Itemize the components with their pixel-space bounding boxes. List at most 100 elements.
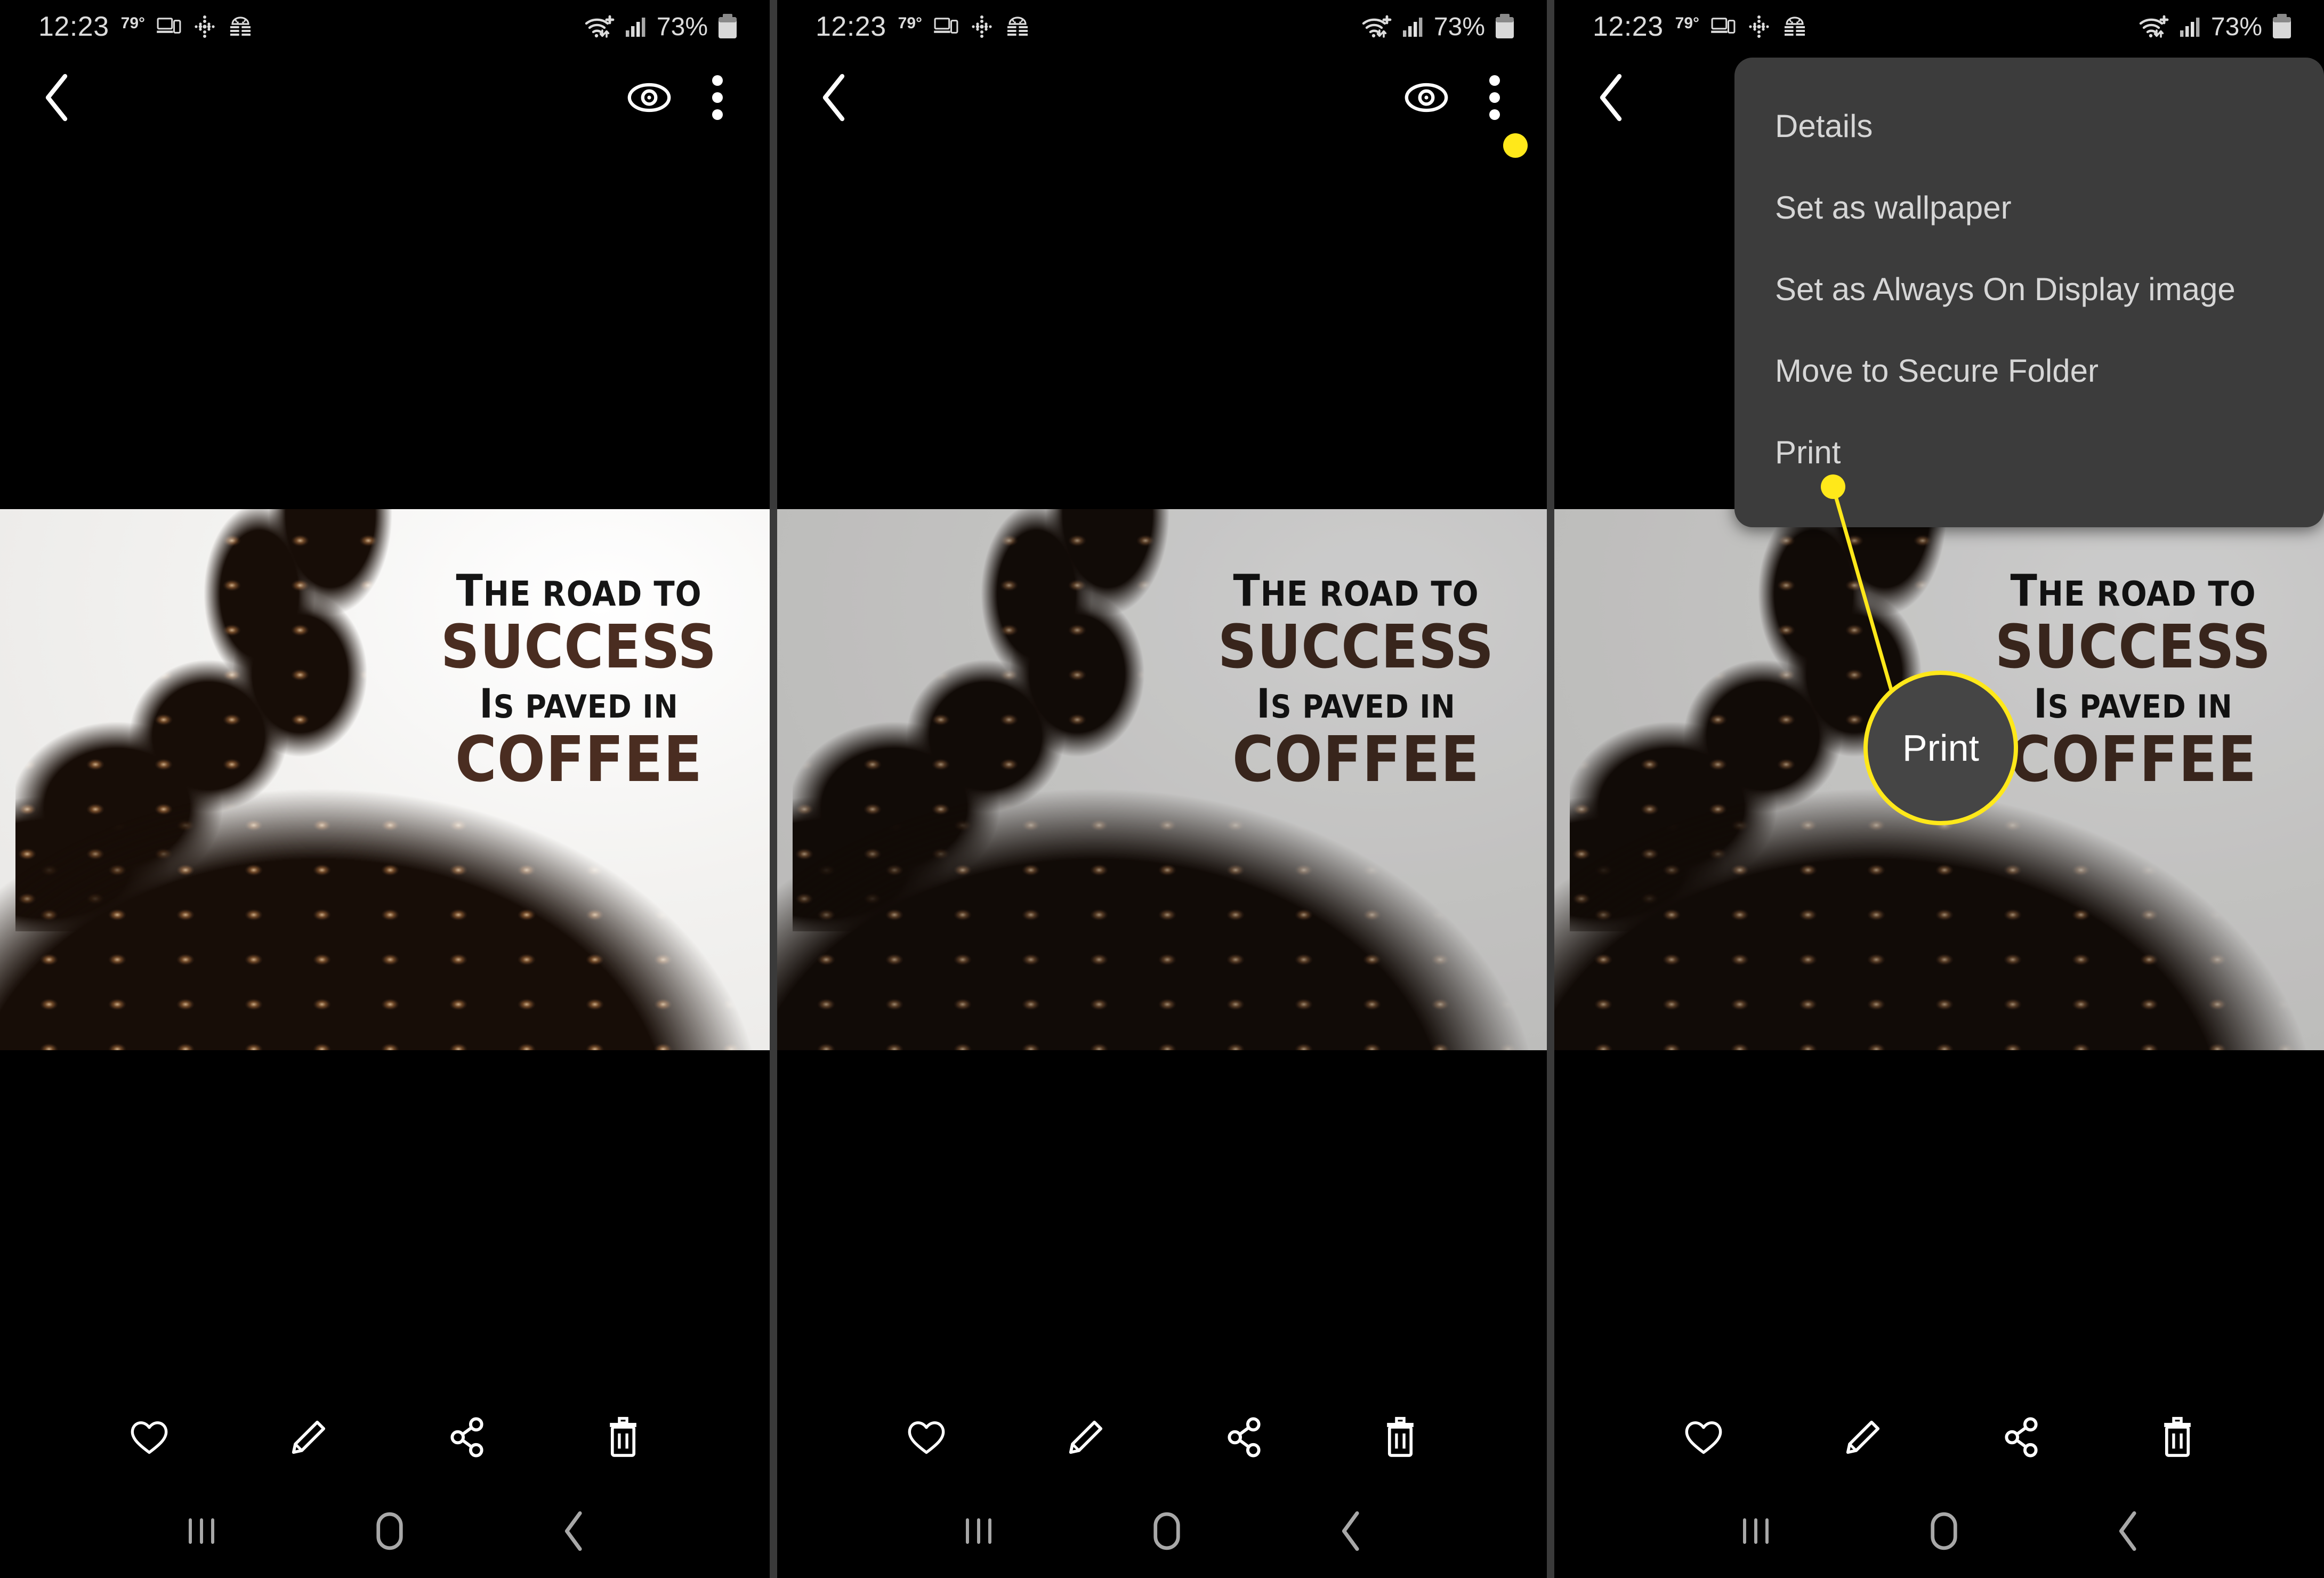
cellular-signal-icon: [625, 15, 647, 38]
photo-viewer[interactable]: THE ROAD TO SUCCESS IS PAVED IN COFFEE: [0, 509, 770, 1050]
quote-line-2: SUCCESS: [1995, 612, 2272, 682]
eye-icon[interactable]: [627, 82, 672, 116]
multi-device-icon: [1711, 17, 1736, 37]
dotted-diamond-icon: [1747, 15, 1771, 38]
menu-item-set-as-always-on-display-image[interactable]: Set as Always On Display image: [1734, 248, 2324, 330]
status-bar: 12:23 79° 73%: [0, 0, 770, 53]
back-button[interactable]: [559, 1509, 587, 1556]
nav-bar: [0, 1486, 770, 1578]
menu-item-details[interactable]: Details: [1734, 85, 2324, 167]
back-chevron-icon[interactable]: [777, 72, 849, 126]
phone-screen-3: 12:23 79° 73% THE ROAD TO SUCCESS IS PAV…: [1554, 0, 2324, 1578]
battery-icon: [717, 14, 738, 39]
quote-line-2: SUCCESS: [1217, 612, 1495, 682]
share-button[interactable]: [2002, 1417, 2040, 1460]
action-bar: [0, 1390, 770, 1486]
app-bar: [777, 59, 1547, 139]
quote-line-3: IS PAVED IN: [1256, 679, 1456, 727]
screenshot-series: 12:23 79° 73% THE ROAD TO SUCCESS IS PAV…: [0, 0, 2324, 1578]
android-beehive-icon: [1005, 15, 1030, 38]
quote-line-1: THE ROAD TO: [1233, 566, 1479, 616]
menu-item-print[interactable]: Print: [1734, 412, 2324, 493]
status-clock: 12:23: [38, 11, 109, 42]
coffee-quote-image: THE ROAD TO SUCCESS IS PAVED IN COFFEE: [1554, 509, 2324, 1050]
coffee-quote-image: THE ROAD TO SUCCESS IS PAVED IN COFFEE: [0, 509, 770, 1050]
nav-bar: [1554, 1486, 2324, 1578]
android-beehive-icon: [1782, 15, 1807, 38]
favorite-button[interactable]: [906, 1418, 947, 1459]
battery-percent: 73%: [656, 12, 708, 41]
back-button[interactable]: [2113, 1509, 2141, 1556]
status-temperature: 79°: [1675, 14, 1700, 32]
delete-button[interactable]: [606, 1416, 641, 1461]
dotted-diamond-icon: [970, 15, 994, 38]
wifi-plus-icon: [2139, 14, 2169, 39]
quote-text-block: THE ROAD TO SUCCESS IS PAVED IN COFFEE: [414, 569, 744, 792]
status-bar-right: 73%: [2139, 12, 2324, 42]
photo-viewer[interactable]: THE ROAD TO SUCCESS IS PAVED IN COFFEE: [777, 509, 1547, 1050]
share-button[interactable]: [448, 1417, 486, 1460]
home-button[interactable]: [1150, 1510, 1183, 1555]
status-bar-left: 12:23 79°: [1554, 11, 1807, 43]
overflow-menu-icon[interactable]: [711, 74, 724, 124]
share-button[interactable]: [1225, 1417, 1263, 1460]
quote-text-block: THE ROAD TO SUCCESS IS PAVED IN COFFEE: [1191, 569, 1521, 792]
cellular-signal-icon: [2179, 15, 2201, 38]
quote-line-1: THE ROAD TO: [2010, 566, 2256, 616]
back-button[interactable]: [1336, 1509, 1364, 1556]
quote-text-block: THE ROAD TO SUCCESS IS PAVED IN COFFEE: [1968, 569, 2298, 792]
status-bar-right: 73%: [1361, 12, 1547, 42]
android-beehive-icon: [228, 15, 253, 38]
overflow-dropdown-menu[interactable]: Details Set as wallpaper Set as Always O…: [1734, 58, 2324, 527]
photo-viewer[interactable]: THE ROAD TO SUCCESS IS PAVED IN COFFEE: [1554, 509, 2324, 1050]
menu-item-set-as-wallpaper[interactable]: Set as wallpaper: [1734, 167, 2324, 248]
home-button[interactable]: [1927, 1510, 1960, 1555]
status-bar-left: 12:23 79°: [0, 11, 253, 43]
home-button[interactable]: [373, 1510, 406, 1555]
wifi-plus-icon: [1361, 14, 1392, 39]
menu-item-move-to-secure-folder[interactable]: Move to Secure Folder: [1734, 330, 2324, 412]
status-temperature: 79°: [898, 14, 923, 32]
coffee-quote-image: THE ROAD TO SUCCESS IS PAVED IN COFFEE: [777, 509, 1547, 1050]
battery-icon: [1495, 14, 1515, 39]
battery-percent: 73%: [2210, 12, 2262, 41]
edit-button[interactable]: [1066, 1418, 1105, 1460]
nav-bar: [777, 1486, 1547, 1578]
status-bar: 12:23 79° 73%: [777, 0, 1547, 53]
favorite-button[interactable]: [129, 1418, 170, 1459]
quote-line-2: SUCCESS: [440, 612, 717, 682]
quote-line-4: COFFEE: [1232, 722, 1480, 796]
status-clock: 12:23: [816, 11, 886, 42]
status-bar: 12:23 79° 73%: [1554, 0, 2324, 53]
status-bar-left: 12:23 79°: [777, 11, 1030, 43]
phone-screen-2: 12:23 79° 73% THE ROAD TO SUCCESS IS PAV…: [777, 0, 1547, 1578]
battery-icon: [2272, 14, 2292, 39]
delete-button[interactable]: [1383, 1416, 1418, 1461]
action-bar: [1554, 1390, 2324, 1486]
action-bar: [777, 1390, 1547, 1486]
quote-line-3: IS PAVED IN: [479, 679, 679, 727]
app-bar: [0, 59, 770, 139]
recents-button[interactable]: [183, 1512, 220, 1552]
quote-line-4: COFFEE: [455, 722, 703, 796]
status-temperature: 79°: [120, 14, 146, 32]
edit-button[interactable]: [1843, 1418, 1883, 1460]
edit-button[interactable]: [289, 1418, 328, 1460]
overflow-menu-icon[interactable]: [1488, 74, 1501, 124]
back-chevron-icon[interactable]: [1554, 72, 1626, 126]
battery-percent: 73%: [1433, 12, 1485, 41]
phone-screen-1: 12:23 79° 73% THE ROAD TO SUCCESS IS PAV…: [0, 0, 770, 1578]
recents-button[interactable]: [1737, 1512, 1774, 1552]
favorite-button[interactable]: [1683, 1418, 1724, 1459]
multi-device-icon: [157, 17, 181, 37]
wifi-plus-icon: [584, 14, 615, 39]
recents-button[interactable]: [960, 1512, 997, 1552]
eye-icon[interactable]: [1404, 82, 1449, 116]
delete-button[interactable]: [2160, 1416, 2195, 1461]
quote-line-1: THE ROAD TO: [456, 566, 702, 616]
cellular-signal-icon: [1402, 15, 1424, 38]
quote-line-3: IS PAVED IN: [2034, 679, 2233, 727]
status-clock: 12:23: [1593, 11, 1664, 42]
dotted-diamond-icon: [193, 15, 216, 38]
back-chevron-icon[interactable]: [0, 72, 71, 126]
